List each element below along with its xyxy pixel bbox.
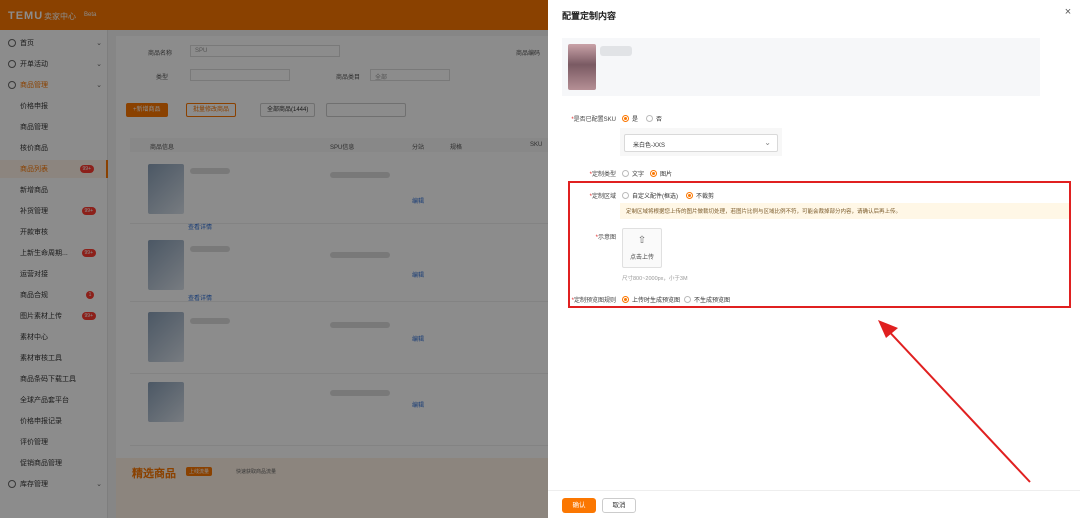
radio-unchecked-icon <box>646 115 653 122</box>
radio-checked-icon <box>650 170 657 177</box>
chevron-down-icon: ⌄ <box>764 138 771 147</box>
product-title-blur <box>600 46 632 56</box>
sku-radio-no[interactable]: 否 <box>646 114 662 123</box>
modal-overlay[interactable] <box>0 0 548 518</box>
radio-checked-icon <box>622 115 629 122</box>
custom-type-label: *定制类型 <box>589 172 616 178</box>
footer-divider <box>548 490 1080 491</box>
close-icon[interactable]: × <box>1062 6 1074 18</box>
sku-config-label: *是否已配置SKU <box>571 117 616 123</box>
product-image <box>568 44 596 90</box>
radio-unchecked-icon <box>622 170 629 177</box>
sku-radio-yes[interactable]: 是 <box>622 114 638 123</box>
type-radio-image[interactable]: 图片 <box>650 169 672 178</box>
annotation-arrow-icon <box>878 320 1031 483</box>
product-card <box>562 38 1040 96</box>
drawer-title: 配置定制内容 <box>562 11 617 21</box>
type-radio-text[interactable]: 文字 <box>622 169 644 178</box>
confirm-button[interactable]: 确认 <box>562 498 596 513</box>
highlight-box <box>568 181 1071 308</box>
seller-center-background: TEMU 卖家中心 Beta 首页 ⌄ 开单活动 ⌄ 商品管理 ⌄ 价格申报 商品管理 核价商品… <box>0 0 548 518</box>
cancel-button[interactable]: 取消 <box>602 498 636 513</box>
sku-select[interactable]: 米白色-XXS ⌄ <box>624 134 778 152</box>
